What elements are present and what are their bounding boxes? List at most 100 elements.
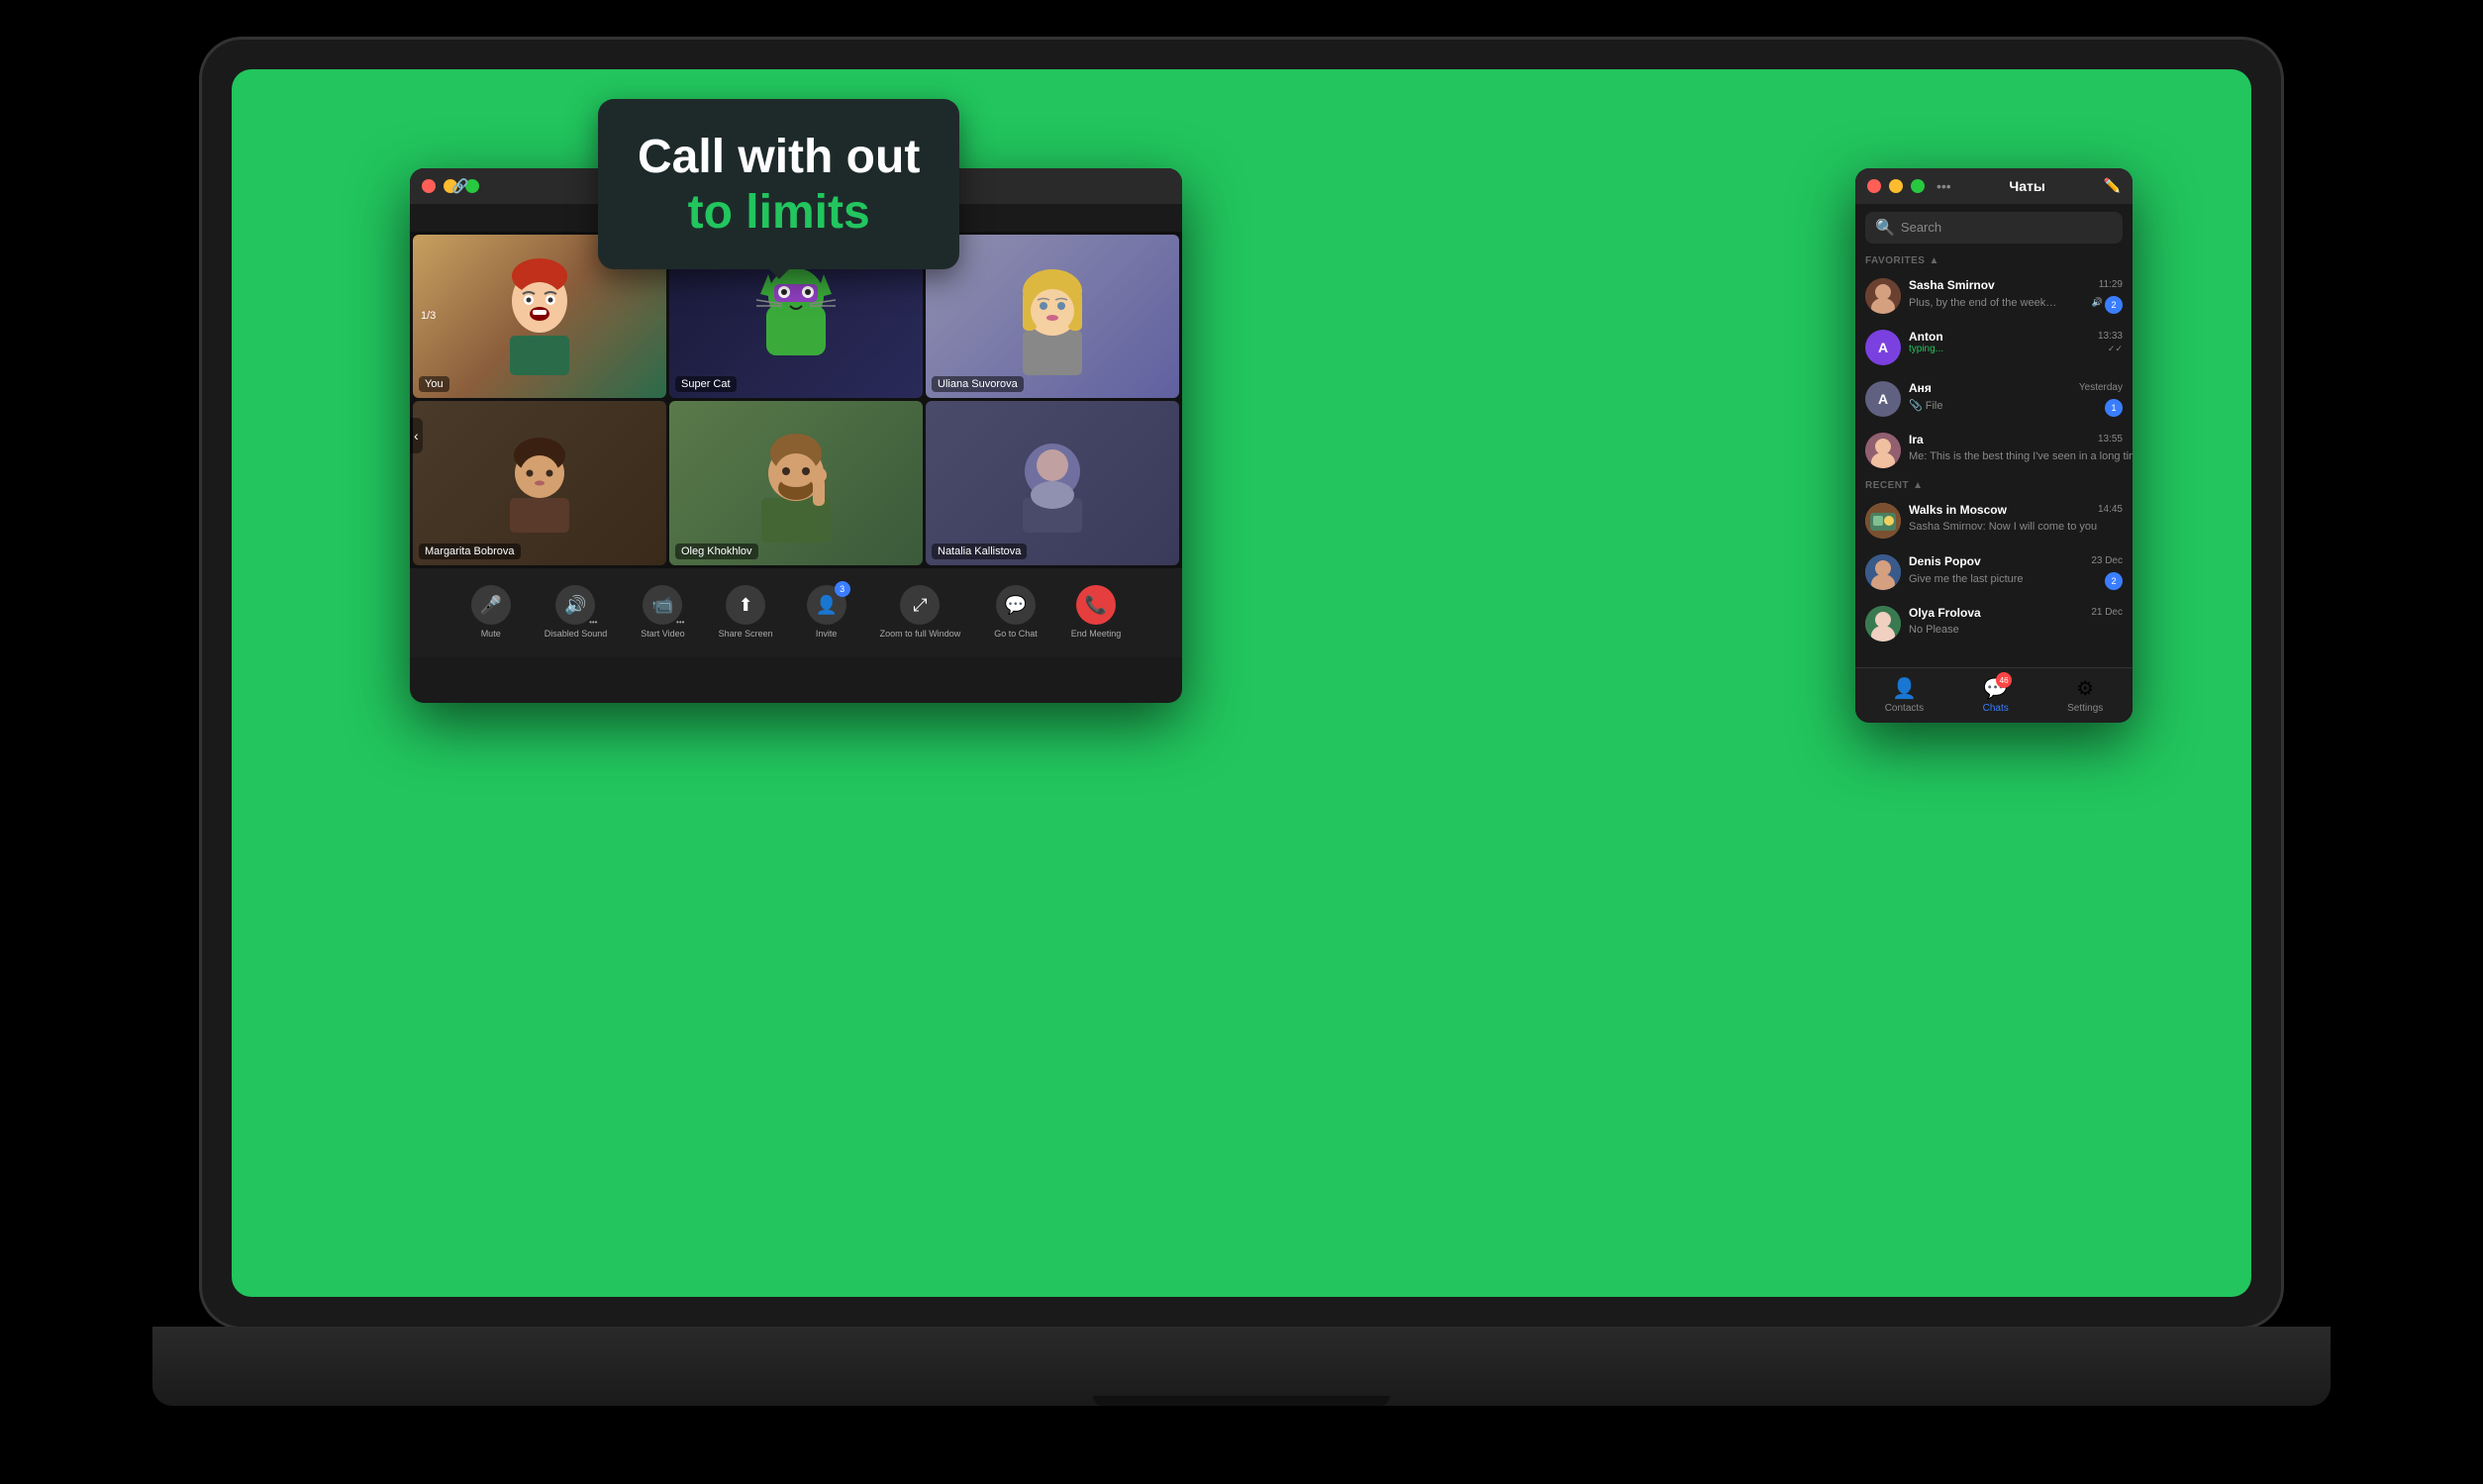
- settings-nav-item[interactable]: ⚙ Settings: [2051, 672, 2119, 718]
- mute-label: Mute: [481, 629, 501, 640]
- avatar: [1865, 606, 1901, 642]
- share-icon: ⬆: [726, 585, 765, 625]
- recent-section: RECENT ▲: [1855, 476, 2133, 495]
- chat-name-row: Anton 13:33: [1909, 330, 2123, 344]
- sound-dots: •••: [589, 618, 597, 627]
- favorites-section: FAVORITES ▲: [1855, 251, 2133, 270]
- chat-titlebar: ••• Чаты ✏️: [1855, 168, 2133, 204]
- list-item[interactable]: Olya Frolova 21 Dec No Please: [1855, 598, 2133, 649]
- chat-min-btn[interactable]: [1889, 179, 1903, 193]
- video-cell-uliana: 🔇 Uliana Suvorova: [926, 235, 1179, 399]
- laptop-screen: Call with out to limits Secure video cal…: [232, 69, 2251, 1297]
- zoom-button[interactable]: ⤢ Zoom to full Window: [868, 577, 973, 647]
- avatar: A: [1865, 330, 1901, 365]
- chat-dots-menu[interactable]: •••: [1937, 178, 1951, 194]
- chat-close-btn[interactable]: [1867, 179, 1881, 193]
- chat-badge: 2: [2105, 572, 2123, 590]
- chat-name-row: Denis Popov 23 Dec: [1909, 554, 2123, 568]
- link-icon: 🔗: [451, 177, 468, 194]
- recent-collapse-icon[interactable]: ▲: [1913, 480, 1923, 491]
- avatar: [1865, 278, 1901, 314]
- chat-time: 23 Dec: [2091, 555, 2123, 566]
- video-icon: 📹 •••: [643, 585, 682, 625]
- chat-panel: ••• Чаты ✏️ 🔍 Search FAVORITES ▲: [1855, 168, 2133, 723]
- chat-time: 11:29: [2099, 279, 2123, 290]
- uliana-label: Uliana Suvorova: [932, 376, 1024, 392]
- invite-badge: 3: [835, 581, 850, 597]
- chat-name-row: Аня Yesterday: [1909, 381, 2123, 395]
- list-item[interactable]: A Anton 13:33 typing... ✓✓: [1855, 322, 2133, 373]
- chat-name: Sasha Smirnov: [1909, 278, 1995, 292]
- chat-preview: 📎 File: [1909, 399, 1942, 412]
- recent-label: RECENT: [1865, 480, 1909, 491]
- chat-max-btn[interactable]: [1911, 179, 1925, 193]
- list-item[interactable]: Walks in Moscow 14:45 Sasha Smirnov: Now…: [1855, 495, 2133, 546]
- laptop: Call with out to limits Secure video cal…: [152, 40, 2331, 1445]
- list-item[interactable]: Denis Popov 23 Dec Give me the last pict…: [1855, 546, 2133, 598]
- settings-label: Settings: [2067, 703, 2103, 714]
- search-icon: 🔍: [1875, 218, 1895, 238]
- you-label: You: [419, 376, 449, 392]
- chat-time: 14:45: [2098, 504, 2123, 515]
- invite-button[interactable]: 👤 3 Invite: [795, 577, 858, 647]
- prev-page-button[interactable]: ‹: [410, 418, 423, 453]
- chat-preview: Give me the last picture: [1909, 573, 2024, 585]
- video-cell-oleg: Oleg Khokhlov: [669, 401, 923, 565]
- favorites-collapse-icon[interactable]: ▲: [1929, 255, 1938, 266]
- chat-search-bar[interactable]: 🔍 Search: [1865, 212, 2123, 244]
- share-screen-button[interactable]: ⬆ Share Screen: [707, 577, 785, 647]
- chat-preview: No Please: [1909, 624, 1959, 636]
- video-dots: •••: [676, 618, 684, 627]
- avatar: [1865, 503, 1901, 539]
- compose-icon[interactable]: ✏️: [2104, 177, 2121, 194]
- video-cell-margarita: Margarita Bobrova: [413, 401, 666, 565]
- typing-indicator: typing...: [1909, 344, 1943, 354]
- chat-list: FAVORITES ▲: [1855, 251, 2133, 667]
- close-button[interactable]: [422, 179, 436, 193]
- sound-icon: 🔊 •••: [555, 585, 595, 625]
- list-item[interactable]: А Аня Yesterday 📎 File 1: [1855, 373, 2133, 425]
- chat-info: Ira 13:55 Me: This is the best thing I'v…: [1909, 433, 2123, 464]
- chat-name: Walks in Moscow: [1909, 503, 2007, 517]
- zoom-icon: ⤢: [900, 585, 940, 625]
- chat-info: Anton 13:33 typing... ✓✓: [1909, 330, 2123, 354]
- avatar: А: [1865, 381, 1901, 417]
- video-label: Start Video: [641, 629, 684, 640]
- sound-button[interactable]: 🔊 ••• Disabled Sound: [533, 577, 620, 647]
- invite-icon: 👤 3: [807, 585, 846, 625]
- settings-icon: ⚙: [2076, 676, 2094, 701]
- video-cell-natalia: Natalia Kallistova: [926, 401, 1179, 565]
- contacts-nav-item[interactable]: 👤 Contacts: [1869, 672, 1939, 718]
- video-button[interactable]: 📹 ••• Start Video: [629, 577, 696, 647]
- oleg-label: Oleg Khokhlov: [675, 544, 758, 559]
- goto-chat-button[interactable]: 💬 Go to Chat: [982, 577, 1049, 647]
- avatar: [1865, 554, 1901, 590]
- chat-name: Denis Popov: [1909, 554, 1981, 568]
- screen-bezel: Call with out to limits Secure video cal…: [202, 40, 2281, 1327]
- search-placeholder: Search: [1901, 220, 1941, 235]
- video-grid: 1/3 You: [410, 232, 1182, 568]
- slide-indicator: 1/3: [421, 310, 436, 322]
- avatar-letter: A: [1878, 340, 1888, 355]
- avatar: [1865, 433, 1901, 468]
- contacts-icon: 👤: [1892, 676, 1917, 701]
- chats-nav-item[interactable]: 💬 46 Chats: [1967, 672, 2025, 718]
- supercat-label: Super Cat: [675, 376, 737, 392]
- end-meeting-button[interactable]: 📞 End Meeting: [1059, 577, 1134, 647]
- list-item[interactable]: Sasha Smirnov 11:29 Plus, by the end of …: [1855, 270, 2133, 322]
- tooltip-title: Call with out: [638, 129, 920, 186]
- mute-button[interactable]: 🎤 Mute: [459, 577, 523, 647]
- chat-name: Ira: [1909, 433, 1924, 446]
- chat-badge: 2: [2105, 296, 2123, 314]
- zoom-label: Zoom to full Window: [880, 629, 961, 640]
- goto-chat-icon: 💬: [996, 585, 1036, 625]
- goto-chat-label: Go to Chat: [994, 629, 1038, 640]
- end-meeting-icon: 📞: [1076, 585, 1116, 625]
- list-item[interactable]: Ira 13:55 Me: This is the best thing I'v…: [1855, 425, 2133, 476]
- chat-name: Anton: [1909, 330, 1943, 344]
- share-label: Share Screen: [719, 629, 773, 640]
- chat-name-row: Sasha Smirnov 11:29: [1909, 278, 2123, 292]
- chat-name-row: Ira 13:55: [1909, 433, 2123, 446]
- chat-badge: 1: [2105, 399, 2123, 417]
- favorites-label: FAVORITES: [1865, 255, 1925, 266]
